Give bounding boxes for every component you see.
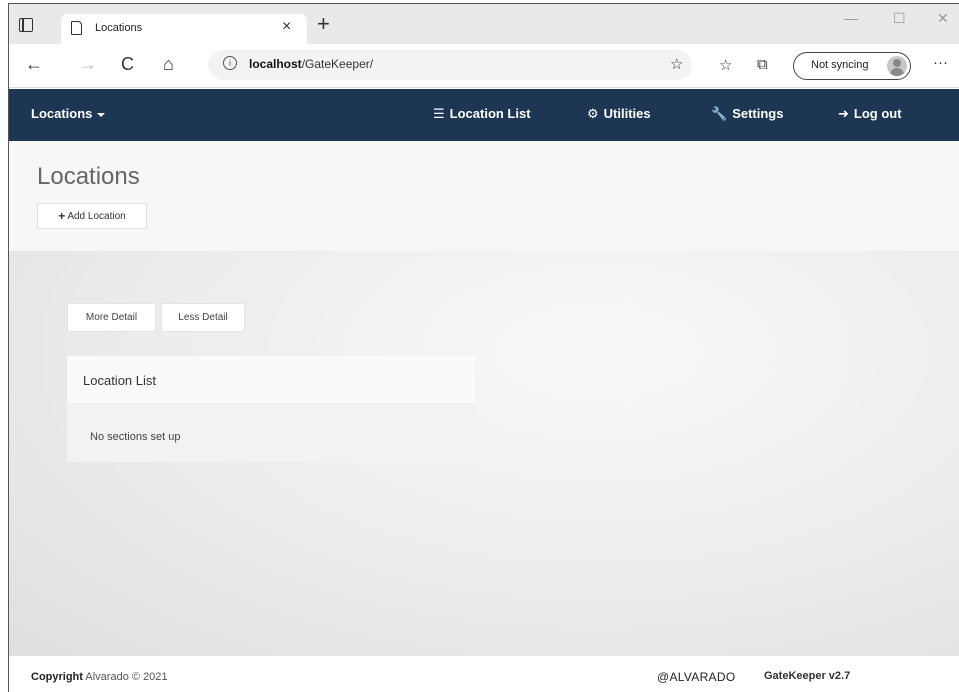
profile-avatar-icon	[887, 56, 907, 76]
empty-state-text: No sections set up	[90, 431, 181, 443]
alvarado-logo: @ALVARADO	[657, 670, 736, 684]
app-navbar: Locations ☰ Location List ⚙ Utilities 🔧 Set…	[9, 89, 959, 141]
reload-icon[interactable]: C	[121, 54, 134, 75]
product-version: GateKeeper v2.7	[764, 670, 851, 682]
more-detail-button[interactable]: More Detail	[67, 303, 156, 332]
nav-settings[interactable]: 🔧 Settings	[711, 106, 783, 122]
profile-sync-button[interactable]: Not syncing	[793, 52, 911, 80]
copyright-text: Copyright Alvarado © 2021	[31, 671, 168, 683]
close-window-icon[interactable]: ✕	[937, 10, 949, 27]
tab-strip: Locations × + — ☐ ✕	[9, 4, 959, 44]
maximize-icon[interactable]: ☐	[893, 10, 906, 27]
list-icon: ☰	[433, 106, 445, 121]
address-bar-row: ← → C ⌂ i localhost/GateKeeper/ ☆ ☆ ⧉ No…	[9, 44, 959, 88]
tab-actions-icon[interactable]	[19, 18, 33, 32]
minimize-icon[interactable]: —	[844, 10, 858, 26]
browser-window: Locations × + — ☐ ✕ ← → C ⌂ i localhost/…	[8, 3, 959, 692]
page-header: Locations + Add Location	[9, 141, 959, 251]
favorites-icon[interactable]: ☆	[719, 56, 732, 74]
home-icon[interactable]: ⌂	[163, 54, 174, 75]
nav-utilities[interactable]: ⚙ Utilities	[587, 106, 651, 122]
browser-tab[interactable]: Locations ×	[61, 14, 307, 44]
panel-title: Location List	[83, 373, 156, 388]
add-location-label: Add Location	[67, 210, 126, 222]
collections-icon[interactable]: ⧉	[757, 56, 768, 73]
back-icon[interactable]: ←	[25, 54, 43, 75]
chevron-down-icon	[97, 112, 106, 117]
less-detail-button[interactable]: Less Detail	[161, 303, 245, 332]
nav-location-list[interactable]: ☰ Location List	[433, 106, 531, 122]
page-icon	[71, 21, 82, 35]
url-text: localhost/GateKeeper/	[249, 57, 374, 71]
url-field[interactable]: i localhost/GateKeeper/ ☆	[208, 50, 692, 80]
main-content: More Detail Less Detail Location List No…	[9, 251, 959, 656]
page-footer: Copyright Alvarado © 2021 @ALVARADO Gate…	[9, 656, 959, 692]
close-tab-icon[interactable]: ×	[282, 18, 291, 36]
page-title: Locations	[37, 163, 140, 190]
locations-dropdown[interactable]: Locations	[31, 106, 106, 121]
new-tab-button[interactable]: +	[317, 11, 330, 37]
sync-status-label: Not syncing	[811, 59, 869, 71]
tab-title: Locations	[95, 22, 143, 34]
forward-icon[interactable]: →	[79, 54, 97, 75]
nav-log-out[interactable]: ➜ Log out	[838, 106, 902, 122]
log-out-icon: ➜	[838, 106, 849, 121]
panel-heading: Location List	[67, 356, 475, 404]
more-menu-icon[interactable]: ···	[933, 54, 948, 71]
add-location-button[interactable]: + Add Location	[37, 203, 147, 229]
plus-icon: +	[58, 209, 66, 223]
info-icon[interactable]: i	[223, 56, 237, 70]
wrench-icon: 🔧	[711, 106, 728, 121]
add-favorite-icon[interactable]: ☆	[670, 55, 683, 73]
location-list-panel: Location List No sections set up	[67, 356, 475, 462]
gears-icon: ⚙	[587, 106, 599, 121]
